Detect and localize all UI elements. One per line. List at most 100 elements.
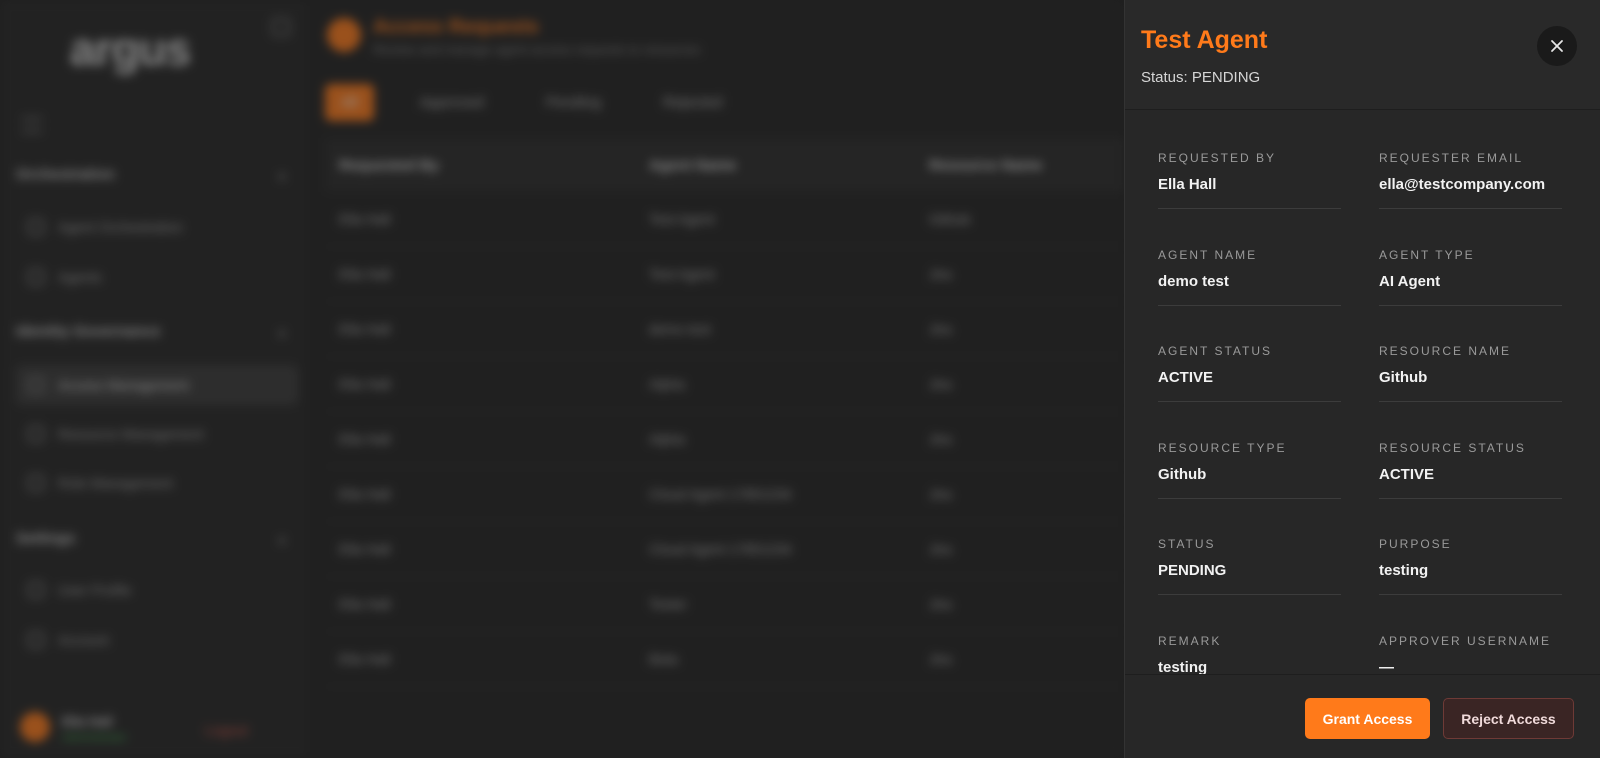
table-row[interactable]: Ella Hall Test Agent Jira xyxy=(325,247,1125,302)
field-value: ACTIVE xyxy=(1158,369,1214,386)
table-cell: Ella Hall xyxy=(339,431,391,447)
table-row[interactable]: Ella Hall Cloud Agent 17851234 Jira xyxy=(325,522,1125,577)
table-cell: Alpha xyxy=(649,376,685,392)
agent-orchestration-icon xyxy=(28,219,44,235)
table-row[interactable]: Ella Hall Test Agent Github xyxy=(325,192,1125,247)
access-management-icon xyxy=(28,377,44,393)
field-value: Github xyxy=(1158,465,1207,483)
field-label: RESOURCE STATUS xyxy=(1379,440,1526,455)
sidebar-section-identity-governance[interactable]: Identity Governance ▲ xyxy=(16,323,288,340)
table-cell: Ella Hall xyxy=(339,266,391,282)
field-label: APPROVER USERNAME xyxy=(1379,633,1552,648)
field-label: PURPOSE xyxy=(1379,537,1452,551)
field-value: Github xyxy=(1379,369,1428,386)
column-header[interactable]: Agent Name xyxy=(635,157,915,174)
field-label: AGENT STATUS xyxy=(1158,344,1273,358)
sidebar-item-access-management[interactable]: Access Management xyxy=(16,365,298,405)
sidebar-section-orchestration[interactable]: Orchestration ▲ xyxy=(16,166,288,183)
drawer-status: Status: PENDING xyxy=(1141,69,1261,86)
table-cell: Jira xyxy=(929,651,952,667)
page-subtitle: Review and manage agent access requests … xyxy=(373,42,701,57)
field-value: testing xyxy=(1158,658,1208,675)
table-cell: Github xyxy=(929,211,971,227)
chevron-up-icon: ▲ xyxy=(276,532,288,546)
table-row[interactable]: Ella Hall Beta Jira xyxy=(325,632,1125,687)
sidebar-item-resource-management[interactable]: Resource Management xyxy=(16,414,298,454)
table-header: Requested By Agent Name Resource Name xyxy=(325,138,1125,192)
field-value: PENDING xyxy=(1158,562,1227,579)
table-cell: Jira xyxy=(929,486,952,502)
tab-all[interactable]: All xyxy=(325,84,374,121)
column-header[interactable]: Requested By xyxy=(325,157,635,174)
chevron-up-icon: ▲ xyxy=(276,325,288,339)
table-row[interactable]: Ella Hall demo test Jira xyxy=(325,302,1125,357)
sidebar-item-account[interactable]: Account xyxy=(16,620,298,660)
field-label: REQUESTER EMAIL xyxy=(1379,151,1524,165)
logout-button[interactable]: Logout xyxy=(205,722,248,738)
role-management-icon xyxy=(28,475,44,491)
tab-rejected[interactable]: Rejected xyxy=(647,84,738,121)
divider xyxy=(1379,594,1562,595)
table-cell: Beta xyxy=(649,651,678,667)
field-label: REMARK xyxy=(1158,633,1222,648)
grant-access-button[interactable]: Grant Access xyxy=(1305,698,1430,739)
field-value: demo test xyxy=(1158,272,1229,290)
field-agent-name: AGENT NAME demo test xyxy=(1158,240,1341,337)
sidebar-section-settings[interactable]: Settings ▲ xyxy=(16,530,288,547)
request-detail-drawer: Test Agent Status: PENDING REQUESTED BY … xyxy=(1124,0,1600,758)
field-approver-username: APPROVER USERNAME — xyxy=(1379,626,1562,675)
sidebar-item-agent-orchestration[interactable]: Agent Orchestration xyxy=(16,207,298,247)
field-value: ACTIVE xyxy=(1379,465,1435,483)
divider xyxy=(1158,401,1341,402)
chevron-up-icon: ▲ xyxy=(276,168,288,182)
table-cell: Jira xyxy=(929,596,952,612)
sidebar-item-user-profile[interactable]: User Profile xyxy=(16,570,298,610)
field-remark: REMARK testing xyxy=(1158,626,1341,675)
agents-icon xyxy=(28,269,44,285)
reject-access-button[interactable]: Reject Access xyxy=(1443,698,1574,739)
field-value: — xyxy=(1379,658,1394,675)
table-cell: Cloud Agent 17851234 xyxy=(649,486,792,502)
drawer-body[interactable]: REQUESTED BY Ella Hall REQUESTER EMAIL e… xyxy=(1125,111,1600,674)
drawer-title: Test Agent xyxy=(1141,26,1268,54)
sidebar-item-agents[interactable]: Agents xyxy=(16,257,298,297)
drawer-header: Test Agent Status: PENDING xyxy=(1125,0,1600,110)
divider xyxy=(1379,208,1562,209)
table-row[interactable]: Ella Hall Cloud Agent 17851234 Jira xyxy=(325,467,1125,522)
table-cell: Test Agent xyxy=(649,266,715,282)
table-cell: Jira xyxy=(929,321,952,337)
close-button[interactable] xyxy=(1537,26,1577,66)
menu-icon[interactable] xyxy=(22,118,42,132)
table-row[interactable]: Ella Hall Alpha Jira xyxy=(325,357,1125,412)
table-row[interactable]: Ella Hall Tester Jira xyxy=(325,577,1125,632)
divider xyxy=(1379,304,1562,306)
table-cell: Ella Hall xyxy=(339,596,391,612)
field-label: STATUS xyxy=(1158,537,1216,551)
avatar xyxy=(20,712,50,742)
table-cell: Tester xyxy=(649,596,688,612)
table-cell: Alpha xyxy=(649,431,685,447)
field-requester-email: REQUESTER EMAIL ella@testcompany.com xyxy=(1379,143,1562,240)
main-content: Access Requests Review and manage agent … xyxy=(305,0,1125,758)
user-role: Administrator xyxy=(62,732,127,744)
table-cell: Jira xyxy=(929,266,952,282)
field-requested-by: REQUESTED BY Ella Hall xyxy=(1158,143,1341,240)
tab-pending[interactable]: Pending xyxy=(530,84,617,121)
field-agent-type: AGENT TYPE AI Agent xyxy=(1379,240,1562,337)
sidebar-collapse-icon[interactable] xyxy=(272,18,290,36)
drawer-footer: Grant Access Reject Access xyxy=(1125,674,1600,758)
field-label: REQUESTED BY xyxy=(1158,151,1277,165)
divider xyxy=(1379,497,1562,499)
field-status: STATUS PENDING xyxy=(1158,529,1341,626)
tab-approved[interactable]: Approved xyxy=(404,84,500,121)
column-header[interactable]: Resource Name xyxy=(915,157,1125,174)
field-label: AGENT NAME xyxy=(1158,247,1258,262)
requests-table: Requested By Agent Name Resource Name El… xyxy=(325,138,1125,687)
table-cell: Jira xyxy=(929,431,952,447)
table-row[interactable]: Ella Hall Alpha Jira xyxy=(325,412,1125,467)
sidebar-item-role-management[interactable]: Role Management xyxy=(16,463,298,503)
background-app: argus Orchestration ▲ Agent Orchestratio… xyxy=(0,0,1125,758)
field-value: AI Agent xyxy=(1379,272,1441,290)
filter-tabs: All Approved Pending Rejected xyxy=(325,84,738,121)
field-label: RESOURCE NAME xyxy=(1379,344,1512,358)
